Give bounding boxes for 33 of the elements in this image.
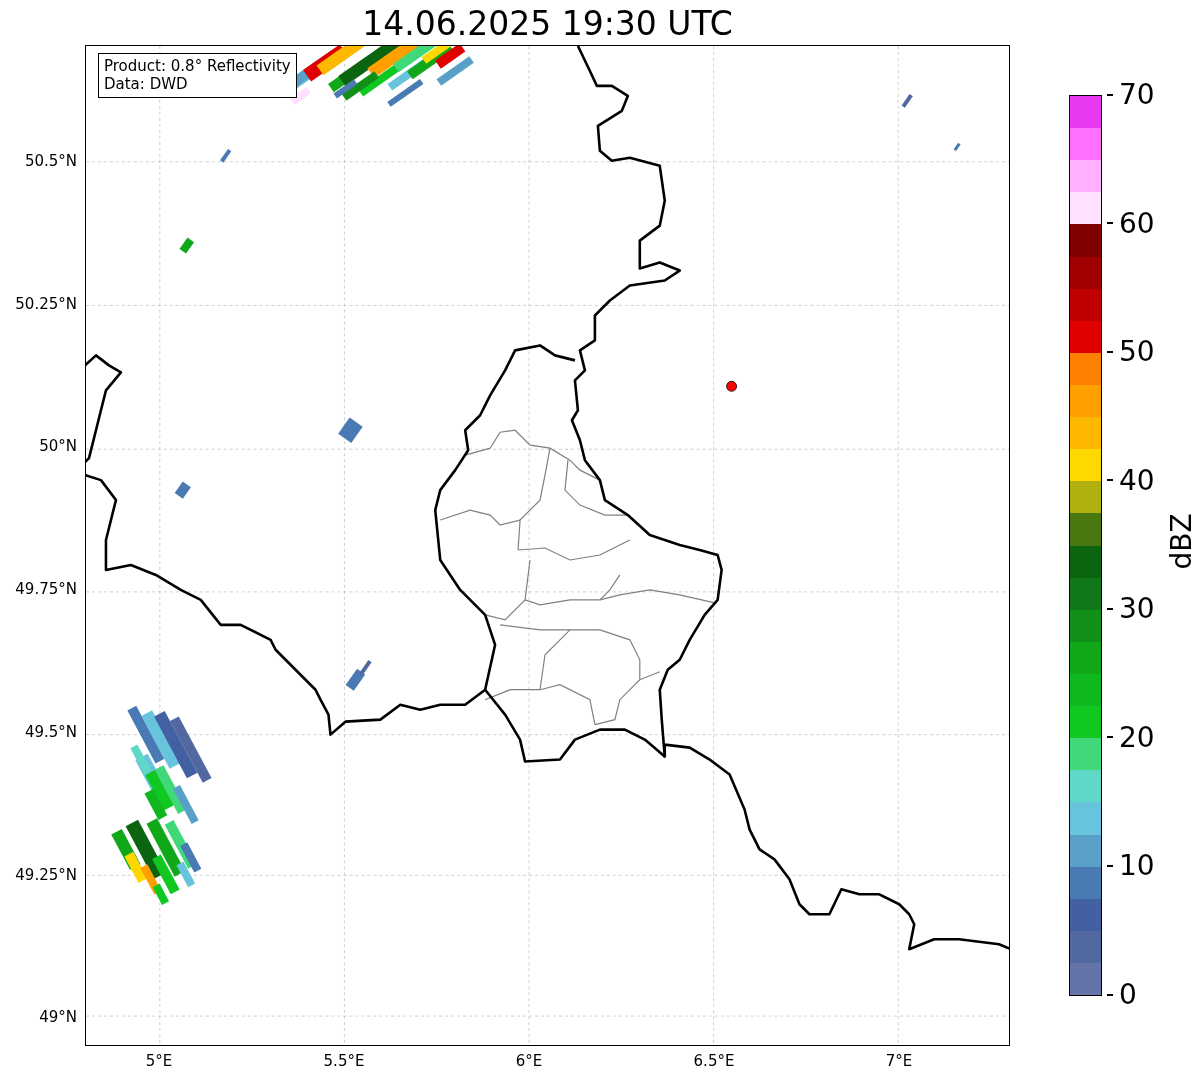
legend-text: Product: 0.8° Reflectivity <box>104 57 291 75</box>
colorbar-tick-label: 0 <box>1119 978 1137 1011</box>
tick-mark-icon <box>1107 607 1113 610</box>
longitude-label: 6°E <box>515 1052 543 1070</box>
latitude-label: 49.5°N <box>24 722 77 741</box>
longitude-label: 7°E <box>885 1052 913 1070</box>
longitude-label: 5.5°E <box>323 1052 365 1070</box>
colorbar-tick-label: 30 <box>1119 592 1155 626</box>
latitude-label: 49.75°N <box>15 580 77 599</box>
tick-mark-icon <box>1107 350 1113 353</box>
latitude-label: 50°N <box>39 437 77 456</box>
colorbar-label: dBZ <box>1164 513 1198 570</box>
station-marker <box>726 380 737 392</box>
tick-mark-icon <box>1107 222 1113 225</box>
longitude-label: 6.5°E <box>693 1052 735 1070</box>
latitude-label: 49°N <box>39 1008 77 1027</box>
legend-text: Data: DWD <box>104 75 189 93</box>
latitude-label: 49.25°N <box>15 865 77 884</box>
tick-mark-icon <box>1107 993 1113 996</box>
colorbar-tick-label: 40 <box>1119 463 1155 497</box>
colorbar-tick-label: 60 <box>1119 206 1155 240</box>
tick-mark-icon <box>1107 864 1113 867</box>
colorbar-tick-label: 20 <box>1119 720 1155 754</box>
tick-mark-icon <box>1107 93 1113 96</box>
chart-title: 14.06.2025 19:30 UTC <box>361 3 734 45</box>
colorbar-tick-label: 50 <box>1119 335 1155 369</box>
latitude-label: 50.25°N <box>15 294 77 313</box>
latitude-label: 50.5°N <box>24 152 77 170</box>
tick-mark-icon <box>1107 736 1113 739</box>
colorbar-tick-label: 10 <box>1119 849 1155 883</box>
tick-mark-icon <box>1107 479 1113 482</box>
colorbar-tick-label: 70 <box>1119 78 1155 111</box>
longitude-label: 5°E <box>145 1052 173 1070</box>
